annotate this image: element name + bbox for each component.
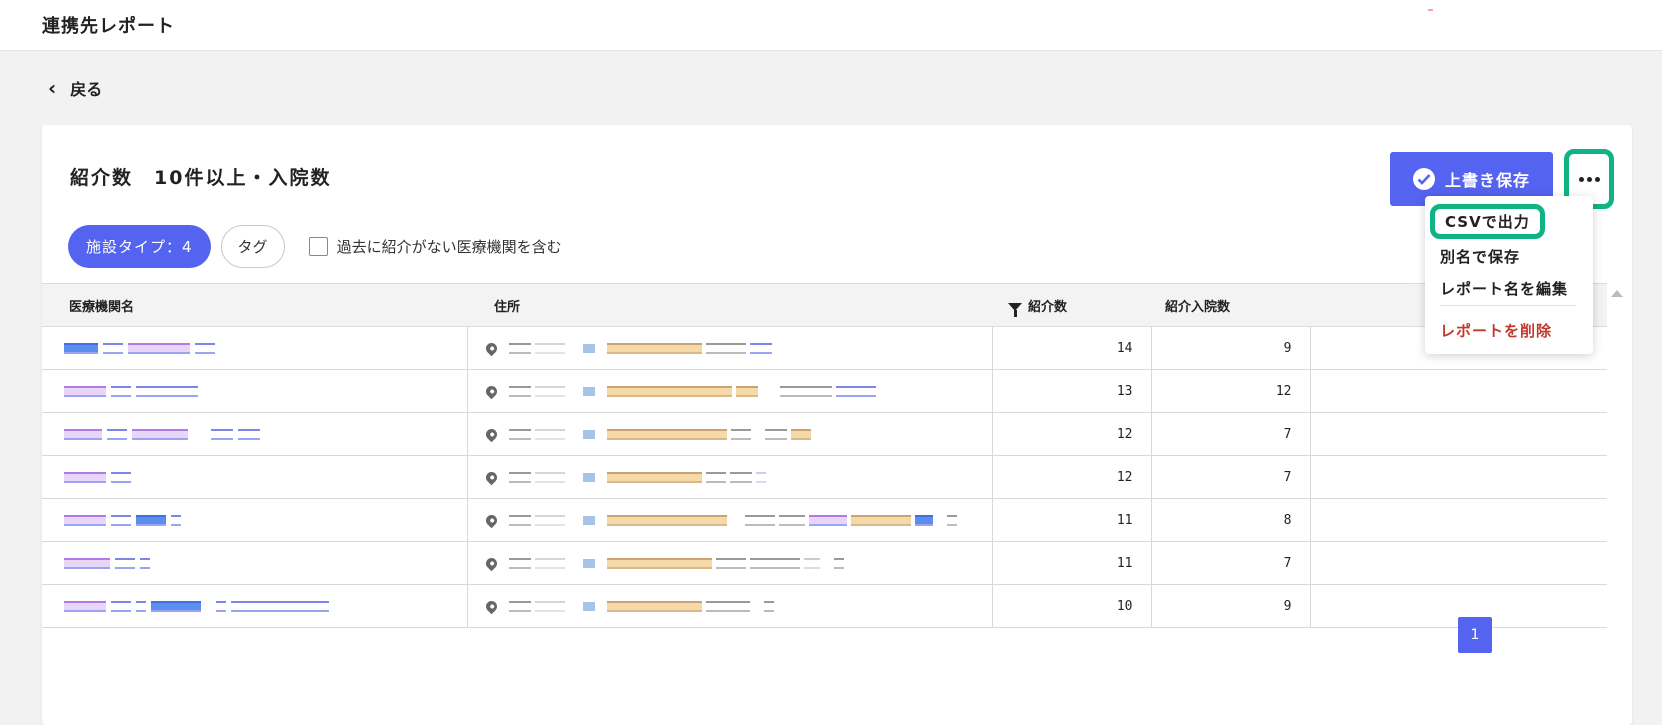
checkbox-label: 過去に紹介がない医療機関を含む: [336, 238, 562, 256]
table-row[interactable]: 11 7: [42, 541, 1607, 585]
referrals-header-label: 紹介数: [1028, 299, 1068, 315]
back-link[interactable]: ‹ 戻る: [48, 76, 102, 100]
blank-cell: [1309, 498, 1607, 542]
referrals-count: 12: [991, 412, 1151, 456]
filter-icon: [1008, 303, 1022, 317]
admissions-count: 9: [1150, 326, 1310, 370]
column-header-referrals[interactable]: 紹介数: [992, 283, 1151, 327]
location-pin-icon: [483, 555, 499, 571]
filter-bar: 施設タイプ：4 タグ 過去に紹介がない医療機関を含む: [68, 225, 562, 268]
referrals-count: 14: [991, 326, 1151, 370]
menu-item-save-as[interactable]: 別名で保存: [1440, 246, 1520, 267]
referrals-count: 13: [991, 369, 1151, 413]
location-pin-icon: [483, 512, 499, 528]
facility-name-redacted[interactable]: [42, 542, 467, 584]
table-header-row: 医療機関名 住所 紹介数 紹介入院数: [42, 283, 1607, 327]
more-options-menu: CSVで出力 別名で保存 レポート名を編集 レポートを削除: [1425, 196, 1593, 354]
page-1-button[interactable]: 1: [1458, 617, 1492, 653]
facility-type-filter-chip[interactable]: 施設タイプ：4: [68, 225, 211, 268]
address-redacted: [468, 327, 992, 369]
location-pin-icon: [483, 383, 499, 399]
admissions-count: 7: [1150, 455, 1310, 499]
referrals-count: 10: [991, 584, 1151, 628]
facility-name-redacted[interactable]: [42, 499, 467, 541]
back-label: 戻る: [70, 80, 103, 99]
column-header-address[interactable]: 住所: [467, 283, 992, 327]
table-row[interactable]: 13 12: [42, 369, 1607, 413]
scroll-up-arrow[interactable]: [1611, 290, 1623, 297]
table-row[interactable]: 10 9: [42, 584, 1607, 628]
address-redacted: [468, 499, 992, 541]
menu-item-export-csv[interactable]: CSVで出力: [1430, 204, 1545, 239]
admissions-count: 8: [1150, 498, 1310, 542]
ellipsis-icon: [1578, 176, 1600, 182]
menu-item-rename[interactable]: レポート名を編集: [1440, 278, 1568, 299]
admissions-count: 12: [1150, 369, 1310, 413]
save-label: 上書き保存: [1444, 171, 1530, 190]
address-redacted: [468, 542, 992, 584]
facility-name-redacted[interactable]: [42, 585, 467, 627]
admissions-count: 9: [1150, 584, 1310, 628]
address-redacted: [468, 585, 992, 627]
topbar-mark: [1428, 9, 1433, 11]
check-circle-icon: [1412, 168, 1435, 190]
admissions-count: 7: [1150, 541, 1310, 585]
referrals-count: 11: [991, 498, 1151, 542]
report-title: 紹介数 10件以上・入院数: [70, 167, 332, 189]
facility-name-redacted[interactable]: [42, 370, 467, 412]
report-card: 紹介数 10件以上・入院数 上書き保存 施設タイプ：4 タグ 過去に紹介がない医…: [42, 125, 1632, 725]
facility-name-redacted[interactable]: [42, 327, 467, 369]
referrals-count: 12: [991, 455, 1151, 499]
column-header-admissions[interactable]: 紹介入院数: [1151, 283, 1310, 327]
include-no-referral-checkbox[interactable]: 過去に紹介がない医療機関を含む: [308, 236, 562, 257]
checkbox-box[interactable]: [308, 237, 328, 256]
tag-filter-chip[interactable]: タグ: [220, 225, 285, 268]
blank-cell: [1309, 412, 1607, 456]
column-header-facility[interactable]: 医療機関名: [42, 283, 467, 327]
referrals-count: 11: [991, 541, 1151, 585]
location-pin-icon: [483, 426, 499, 442]
menu-item-delete[interactable]: レポートを削除: [1440, 320, 1552, 341]
facility-name-redacted[interactable]: [42, 413, 467, 455]
menu-divider: [1440, 305, 1576, 306]
address-redacted: [468, 456, 992, 498]
location-pin-icon: [483, 340, 499, 356]
location-pin-icon: [483, 469, 499, 485]
location-pin-icon: [483, 598, 499, 614]
app-title: 連携先レポート: [42, 16, 175, 37]
table-row[interactable]: 12 7: [42, 412, 1607, 456]
admissions-count: 7: [1150, 412, 1310, 456]
table-row[interactable]: 14 9: [42, 326, 1607, 370]
chevron-left-icon: ‹: [48, 76, 57, 100]
table-row[interactable]: 11 8: [42, 498, 1607, 542]
facility-name-redacted[interactable]: [42, 456, 467, 498]
blank-cell: [1309, 455, 1607, 499]
report-table: 医療機関名 住所 紹介数 紹介入院数 14 9 13 12 12 7 12 7 …: [42, 283, 1607, 628]
address-redacted: [468, 413, 992, 455]
blank-cell: [1309, 369, 1607, 413]
address-redacted: [468, 370, 992, 412]
table-row[interactable]: 12 7: [42, 455, 1607, 499]
top-bar: 連携先レポート: [0, 0, 1662, 51]
blank-cell: [1309, 541, 1607, 585]
